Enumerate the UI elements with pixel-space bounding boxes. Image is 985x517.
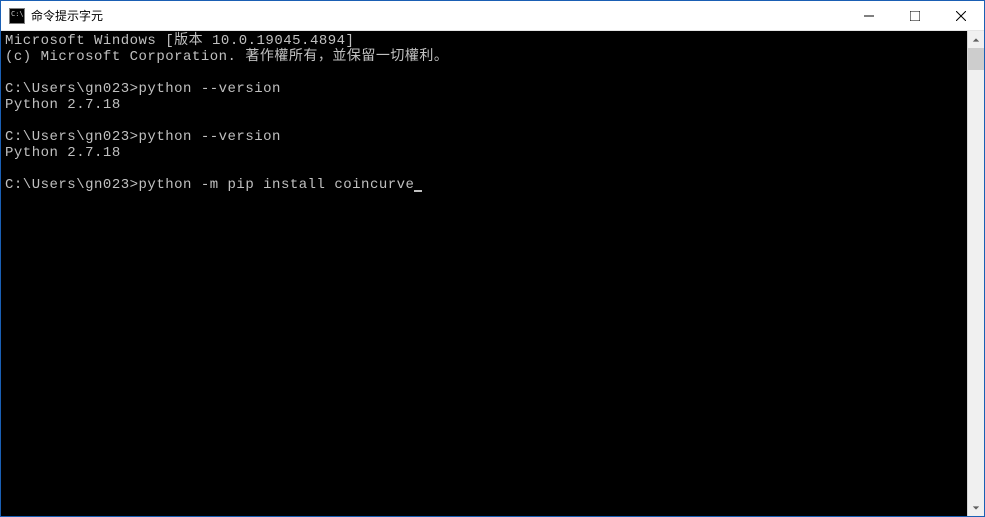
terminal-output[interactable]: Microsoft Windows [版本 10.0.19045.4894] (…	[1, 31, 967, 516]
terminal-line: (c) Microsoft Corporation. 著作權所有，並保留一切權利…	[5, 49, 448, 65]
command-prompt-window: 命令提示字元 Microsoft Windows [版本 10.0.19045.…	[0, 0, 985, 517]
window-controls	[846, 1, 984, 30]
scrollbar-thumb[interactable]	[968, 48, 984, 70]
chevron-down-icon	[972, 504, 980, 512]
window-title: 命令提示字元	[31, 7, 846, 24]
minimize-button[interactable]	[846, 1, 892, 30]
terminal-area: Microsoft Windows [版本 10.0.19045.4894] (…	[1, 31, 984, 516]
cursor	[414, 190, 422, 192]
terminal-line: C:\Users\gn023>python --version	[5, 81, 281, 97]
maximize-button[interactable]	[892, 1, 938, 30]
close-icon	[956, 11, 966, 21]
scrollbar-down-button[interactable]	[968, 499, 984, 516]
app-icon	[9, 8, 25, 24]
terminal-line: Python 2.7.18	[5, 97, 121, 113]
scrollbar-track[interactable]	[968, 48, 984, 499]
minimize-icon	[864, 11, 874, 21]
vertical-scrollbar[interactable]	[967, 31, 984, 516]
terminal-line: C:\Users\gn023>python --version	[5, 129, 281, 145]
scrollbar-up-button[interactable]	[968, 31, 984, 48]
titlebar[interactable]: 命令提示字元	[1, 1, 984, 31]
terminal-line: Python 2.7.18	[5, 145, 121, 161]
terminal-line: C:\Users\gn023>python -m pip install coi…	[5, 177, 414, 193]
chevron-up-icon	[972, 36, 980, 44]
close-button[interactable]	[938, 1, 984, 30]
terminal-line: Microsoft Windows [版本 10.0.19045.4894]	[5, 33, 354, 49]
maximize-icon	[910, 11, 920, 21]
